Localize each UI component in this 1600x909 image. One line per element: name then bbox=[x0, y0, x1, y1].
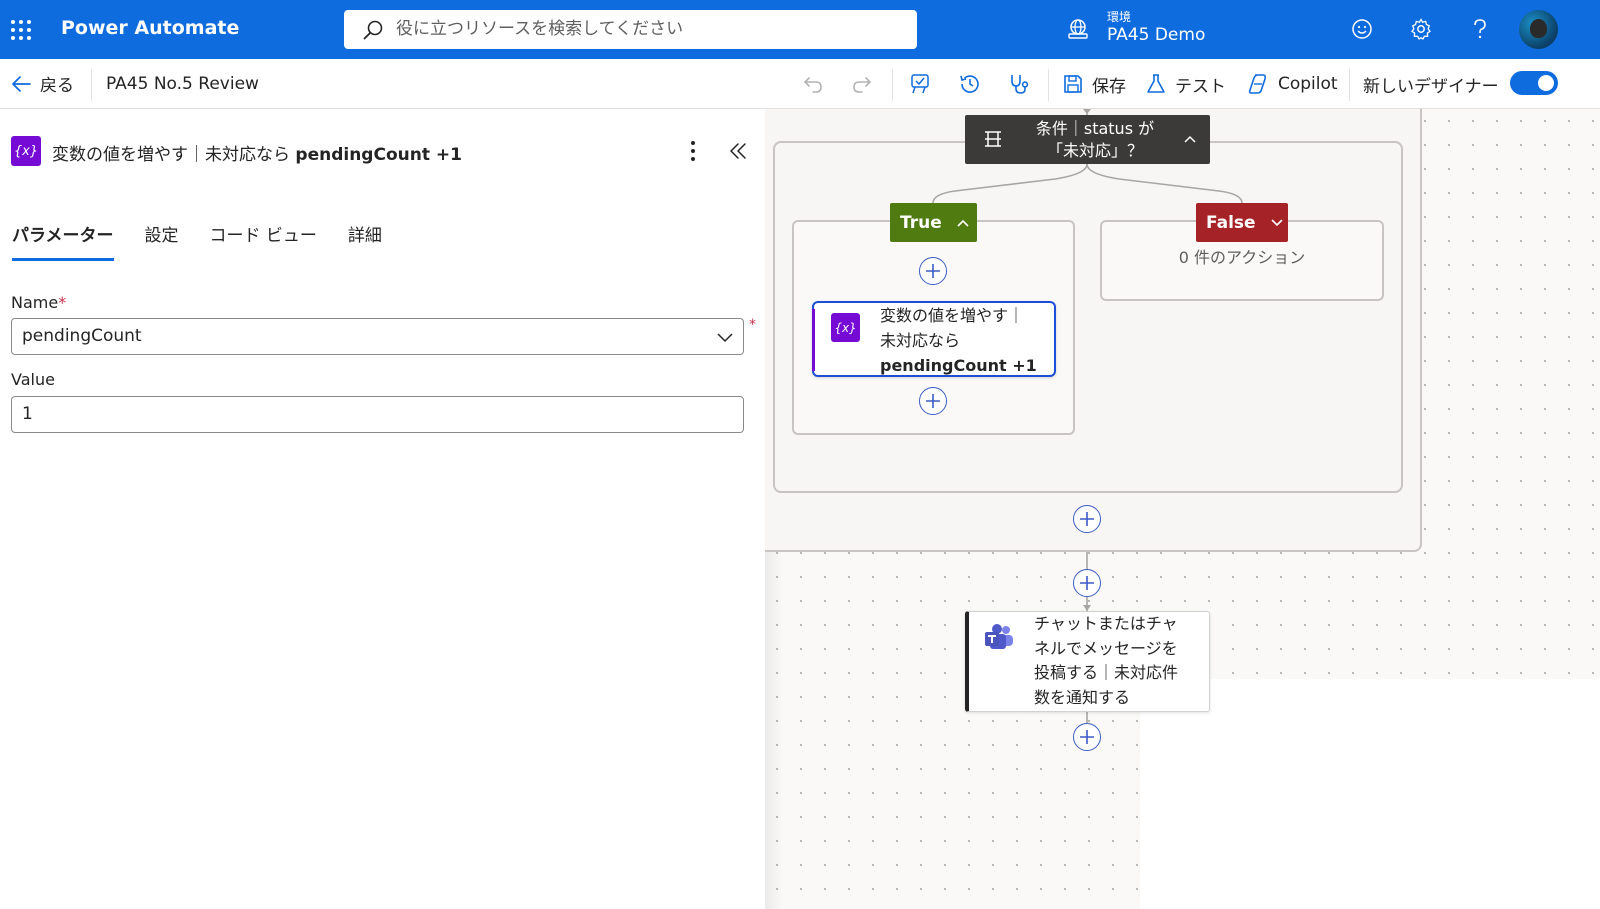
name-value: pendingCount bbox=[22, 326, 142, 346]
environment-label: 環境 bbox=[1107, 10, 1132, 24]
help-question-icon[interactable] bbox=[1467, 16, 1493, 42]
plus-icon bbox=[1080, 512, 1094, 526]
condition-action-card[interactable]: 条件｜status が「未対応」？ bbox=[965, 115, 1210, 164]
redo-button[interactable] bbox=[851, 69, 873, 99]
environment-icon bbox=[1068, 19, 1088, 39]
test-button[interactable]: テスト bbox=[1145, 69, 1226, 99]
app-launcher-icon[interactable] bbox=[11, 20, 31, 40]
flask-icon bbox=[1147, 74, 1165, 93]
version-history-button[interactable] bbox=[958, 69, 982, 99]
undo-icon bbox=[803, 77, 822, 93]
command-bar: 戻る PA45 No.5 Review 保存 テスト Copilot 新しいデザ… bbox=[0, 59, 1600, 109]
name-field-label: Name* bbox=[11, 293, 67, 312]
top-header: Power Automate 環境 PA45 Demo bbox=[0, 0, 1600, 59]
copilot-button[interactable]: Copilot bbox=[1246, 69, 1338, 99]
user-avatar[interactable] bbox=[1519, 10, 1558, 49]
copilot-label: Copilot bbox=[1278, 74, 1338, 94]
value-field-label: Value bbox=[11, 370, 55, 389]
add-action-button[interactable] bbox=[1073, 723, 1101, 751]
tab-parameters[interactable]: パラメーター bbox=[12, 221, 114, 261]
search-box[interactable] bbox=[344, 10, 917, 49]
name-dropdown[interactable]: pendingCount bbox=[11, 318, 744, 355]
environment-name[interactable]: PA45 Demo bbox=[1107, 25, 1205, 45]
teams-post-message-card[interactable]: チャットまたはチャ ネルでメッセージを 投稿する｜未対応件 数を通知する bbox=[965, 611, 1210, 712]
panel-tabs: パラメーター 設定 コード ビュー 詳細 bbox=[12, 221, 413, 261]
teams-card-title: チャットまたはチャ ネルでメッセージを 投稿する｜未対応件 数を通知する bbox=[1034, 614, 1179, 707]
true-branch-label[interactable]: True bbox=[890, 203, 977, 242]
back-label: 戻る bbox=[40, 76, 74, 96]
add-action-button[interactable] bbox=[919, 387, 947, 415]
undo-button[interactable] bbox=[802, 69, 824, 99]
stethoscope-icon bbox=[1011, 75, 1029, 94]
increment-variable-title: 変数の値を増やす｜ 未対応なら pendingCount +1 bbox=[880, 306, 1037, 375]
plus-icon bbox=[1080, 730, 1094, 744]
test-label: テスト bbox=[1175, 76, 1226, 97]
variable-icon: {x} bbox=[831, 313, 860, 342]
condition-title: 条件｜status が「未対応」？ bbox=[1035, 119, 1155, 160]
flow-checker-icon bbox=[911, 74, 929, 94]
canvas-blank-area bbox=[1140, 679, 1600, 909]
false-branch-action-count: 0 件のアクション bbox=[1178, 248, 1306, 267]
plus-icon bbox=[926, 264, 940, 278]
tab-details[interactable]: 詳細 bbox=[348, 221, 382, 261]
settings-gear-icon[interactable] bbox=[1408, 16, 1434, 42]
tab-settings[interactable]: 設定 bbox=[145, 221, 179, 261]
save-button[interactable]: 保存 bbox=[1062, 69, 1126, 99]
add-action-button[interactable] bbox=[919, 257, 947, 285]
history-icon bbox=[960, 75, 979, 93]
false-branch-label[interactable]: False bbox=[1196, 203, 1288, 242]
condition-icon bbox=[985, 131, 1001, 147]
divider bbox=[91, 69, 92, 101]
collapse-panel-icon[interactable] bbox=[726, 139, 750, 163]
add-action-button[interactable] bbox=[1073, 505, 1101, 533]
flow-name[interactable]: PA45 No.5 Review bbox=[106, 74, 259, 94]
chevron-down-icon bbox=[1271, 218, 1283, 226]
search-icon bbox=[363, 20, 383, 40]
teams-icon bbox=[985, 624, 1013, 649]
save-label: 保存 bbox=[1092, 76, 1126, 97]
required-indicator: * bbox=[749, 317, 756, 333]
new-designer-toggle[interactable] bbox=[1510, 71, 1558, 95]
flow-canvas[interactable]: 条件｜status が「未対応」？ True False 0 件のアクション {… bbox=[765, 109, 1600, 909]
back-arrow-icon bbox=[12, 75, 31, 92]
tab-code-view[interactable]: コード ビュー bbox=[210, 221, 317, 261]
value-text: 1 bbox=[22, 404, 33, 424]
action-details-panel: {x} 変数の値を増やす｜未対応なら pendingCount +1 パラメータ… bbox=[0, 109, 765, 909]
redo-icon bbox=[853, 77, 872, 93]
variable-icon: {x} bbox=[11, 136, 41, 166]
plus-icon bbox=[926, 394, 940, 408]
increment-variable-card[interactable]: {x} 変数の値を増やす｜ 未対応なら pendingCount +1 bbox=[812, 301, 1056, 377]
chevron-down-icon bbox=[717, 333, 733, 343]
value-field[interactable]: 1 bbox=[11, 396, 744, 433]
add-action-button[interactable] bbox=[1073, 569, 1101, 597]
feedback-smiley-icon[interactable] bbox=[1349, 16, 1375, 42]
flow-checker-button[interactable] bbox=[909, 69, 933, 99]
save-icon bbox=[1064, 75, 1082, 93]
panel-title[interactable]: 変数の値を増やす｜未対応なら pendingCount +1 bbox=[52, 140, 462, 165]
more-options-icon[interactable] bbox=[683, 139, 703, 163]
divider bbox=[892, 69, 893, 101]
copilot-icon bbox=[1248, 74, 1267, 94]
divider bbox=[1349, 69, 1350, 101]
chevron-up-icon bbox=[957, 219, 969, 227]
plus-icon bbox=[1080, 576, 1094, 590]
app-name[interactable]: Power Automate bbox=[61, 17, 239, 39]
health-check-button[interactable] bbox=[1007, 69, 1031, 99]
search-input[interactable] bbox=[396, 15, 896, 43]
back-button[interactable]: 戻る bbox=[10, 71, 74, 96]
chevron-up-icon[interactable] bbox=[1182, 131, 1198, 147]
new-designer-label: 新しいデザイナー bbox=[1363, 76, 1499, 97]
divider bbox=[1048, 69, 1049, 101]
